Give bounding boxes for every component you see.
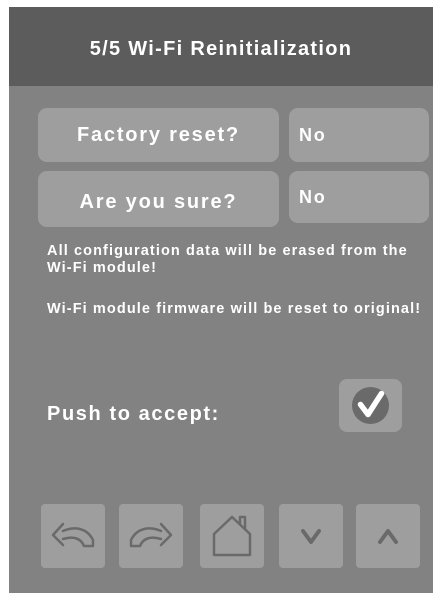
factory-reset-value: No bbox=[299, 125, 327, 145]
are-you-sure-label-text: Are you sure? bbox=[79, 191, 238, 213]
are-you-sure-value: No bbox=[299, 187, 327, 207]
scroll-down-button[interactable] bbox=[279, 504, 343, 568]
device-screen: 5/5 Wi-Fi Reinitialization Factory reset… bbox=[9, 7, 433, 593]
checkmark-icon bbox=[352, 387, 389, 424]
factory-reset-label[interactable]: Factory reset? bbox=[38, 108, 279, 162]
are-you-sure-value-field[interactable]: No bbox=[289, 171, 429, 223]
redo-arrow-icon bbox=[129, 522, 173, 548]
chevron-down-icon bbox=[301, 529, 321, 544]
chevron-up-icon bbox=[378, 529, 398, 544]
firmware-warning-text: Wi-Fi module firmware will be reset to o… bbox=[47, 301, 422, 317]
factory-reset-label-text: Factory reset? bbox=[76, 124, 241, 146]
header-bar: 5/5 Wi-Fi Reinitialization bbox=[9, 7, 433, 86]
home-button[interactable] bbox=[200, 504, 264, 568]
undo-button[interactable] bbox=[41, 504, 105, 568]
are-you-sure-label[interactable]: Are you sure? bbox=[38, 171, 279, 227]
undo-arrow-icon bbox=[51, 522, 95, 548]
page-title: 5/5 Wi-Fi Reinitialization bbox=[89, 38, 353, 60]
home-icon bbox=[212, 515, 252, 557]
scroll-up-button[interactable] bbox=[356, 504, 420, 568]
redo-button[interactable] bbox=[119, 504, 183, 568]
accept-button[interactable] bbox=[339, 379, 402, 432]
factory-reset-value-field[interactable]: No bbox=[289, 108, 429, 162]
push-to-accept-label: Push to accept: bbox=[47, 403, 220, 425]
erase-warning-text: All configuration data will be erased fr… bbox=[47, 243, 408, 276]
